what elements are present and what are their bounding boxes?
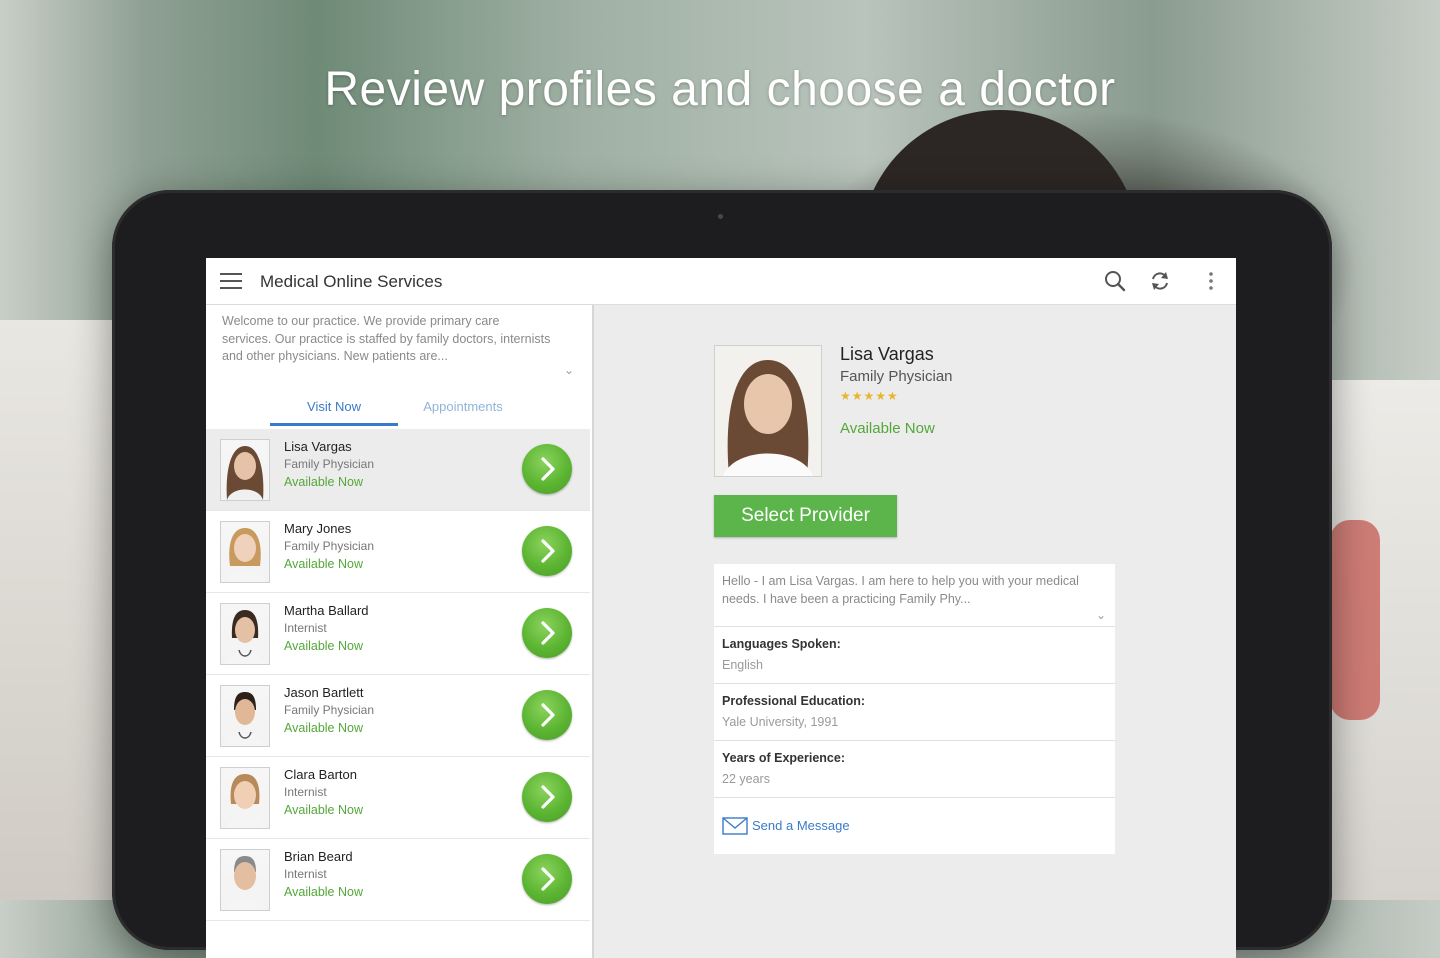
tablet-camera bbox=[718, 214, 723, 219]
select-doctor-button[interactable] bbox=[522, 608, 572, 658]
doctor-specialty: Internist bbox=[284, 867, 327, 881]
doctor-specialty: Family Physician bbox=[284, 539, 375, 553]
promo-headline: Review profiles and choose a doctor bbox=[324, 63, 1116, 116]
chevron-right-icon bbox=[541, 867, 555, 891]
provider-list-pane: Welcome to our practice. We provide prim… bbox=[206, 305, 594, 958]
doctor-photo bbox=[220, 603, 270, 665]
doctor-availability: Available Now bbox=[284, 639, 363, 653]
doctor-name: Mary Jones bbox=[284, 521, 352, 536]
provider-specialty: Family Physician bbox=[840, 368, 953, 385]
doctor-specialty: Family Physician bbox=[284, 703, 375, 717]
doctor-specialty: Family Physician bbox=[284, 457, 375, 471]
doctor-availability: Available Now bbox=[284, 803, 363, 817]
doctor-name: Lisa Vargas bbox=[284, 439, 352, 454]
languages-value: English bbox=[722, 658, 763, 672]
app-title: Medical Online Services bbox=[260, 272, 443, 291]
doctor-specialty: Internist bbox=[284, 621, 327, 635]
languages-label: Languages Spoken: bbox=[722, 637, 841, 651]
doctor-row[interactable]: Mary Jones Family Physician Available No… bbox=[206, 511, 590, 593]
doctor-photo bbox=[220, 767, 270, 829]
provider-bio-card: Hello - I am Lisa Vargas. I am here to h… bbox=[714, 564, 1115, 627]
chevron-down-icon[interactable]: ⌄ bbox=[564, 363, 574, 377]
education-card: Professional Education: Yale University,… bbox=[714, 684, 1115, 741]
doctor-photo bbox=[220, 439, 270, 501]
envelope-icon bbox=[722, 817, 748, 835]
education-label: Professional Education: bbox=[722, 694, 866, 708]
chevron-right-icon bbox=[541, 539, 555, 563]
refresh-icon[interactable] bbox=[1147, 268, 1173, 294]
tab-bar: Visit Now Appointments bbox=[270, 389, 530, 427]
chevron-right-icon bbox=[541, 457, 555, 481]
message-card: Send a Message bbox=[714, 798, 1115, 854]
doctor-row[interactable]: Brian Beard Internist Available Now bbox=[206, 839, 590, 921]
education-value: Yale University, 1991 bbox=[722, 715, 839, 729]
overflow-menu-icon[interactable] bbox=[1198, 268, 1224, 294]
tab-visit-now[interactable]: Visit Now bbox=[270, 389, 398, 426]
doctor-photo bbox=[220, 849, 270, 911]
doctor-specialty: Internist bbox=[284, 785, 327, 799]
select-doctor-button[interactable] bbox=[522, 526, 572, 576]
doctor-list: Lisa Vargas Family Physician Available N… bbox=[206, 429, 590, 921]
provider-name: Lisa Vargas bbox=[840, 344, 934, 364]
star-rating: ★★★★★ bbox=[840, 389, 899, 403]
experience-label: Years of Experience: bbox=[722, 751, 845, 765]
doctor-row[interactable]: Martha Ballard Internist Available Now bbox=[206, 593, 590, 675]
doctor-photo bbox=[220, 685, 270, 747]
provider-bio: Hello - I am Lisa Vargas. I am here to h… bbox=[722, 574, 1079, 606]
tablet-device: Medical Online Services Welcome to our p… bbox=[112, 190, 1332, 958]
provider-availability: Available Now bbox=[840, 420, 935, 437]
provider-photo bbox=[714, 345, 822, 477]
select-provider-button[interactable]: Select Provider bbox=[714, 495, 897, 537]
select-doctor-button[interactable] bbox=[522, 854, 572, 904]
doctor-row[interactable]: Clara Barton Internist Available Now bbox=[206, 757, 590, 839]
background-red-object bbox=[1330, 520, 1380, 720]
menu-icon[interactable] bbox=[220, 273, 242, 289]
experience-value: 22 years bbox=[722, 772, 770, 786]
doctor-availability: Available Now bbox=[284, 885, 363, 899]
chevron-right-icon bbox=[541, 703, 555, 727]
doctor-row[interactable]: Lisa Vargas Family Physician Available N… bbox=[206, 429, 590, 511]
experience-card: Years of Experience: 22 years bbox=[714, 741, 1115, 798]
doctor-availability: Available Now bbox=[284, 475, 363, 489]
doctor-availability: Available Now bbox=[284, 721, 363, 735]
select-doctor-button[interactable] bbox=[522, 772, 572, 822]
doctor-name: Jason Bartlett bbox=[284, 685, 364, 700]
tab-appointments[interactable]: Appointments bbox=[400, 389, 526, 425]
doctor-name: Martha Ballard bbox=[284, 603, 369, 618]
practice-intro: Welcome to our practice. We provide prim… bbox=[222, 314, 551, 363]
select-doctor-button[interactable] bbox=[522, 690, 572, 740]
doctor-photo bbox=[220, 521, 270, 583]
search-icon[interactable] bbox=[1102, 268, 1128, 294]
app-screen: Medical Online Services Welcome to our p… bbox=[206, 258, 1236, 958]
chevron-down-icon[interactable]: ⌄ bbox=[1096, 608, 1106, 622]
chevron-right-icon bbox=[541, 785, 555, 809]
select-doctor-button[interactable] bbox=[522, 444, 572, 494]
chevron-right-icon bbox=[541, 621, 555, 645]
doctor-name: Clara Barton bbox=[284, 767, 357, 782]
doctor-row[interactable]: Jason Bartlett Family Physician Availabl… bbox=[206, 675, 590, 757]
app-bar: Medical Online Services bbox=[206, 258, 1236, 305]
languages-card: Languages Spoken: English bbox=[714, 627, 1115, 684]
send-message-label: Send a Message bbox=[752, 818, 850, 833]
doctor-availability: Available Now bbox=[284, 557, 363, 571]
doctor-name: Brian Beard bbox=[284, 849, 353, 864]
